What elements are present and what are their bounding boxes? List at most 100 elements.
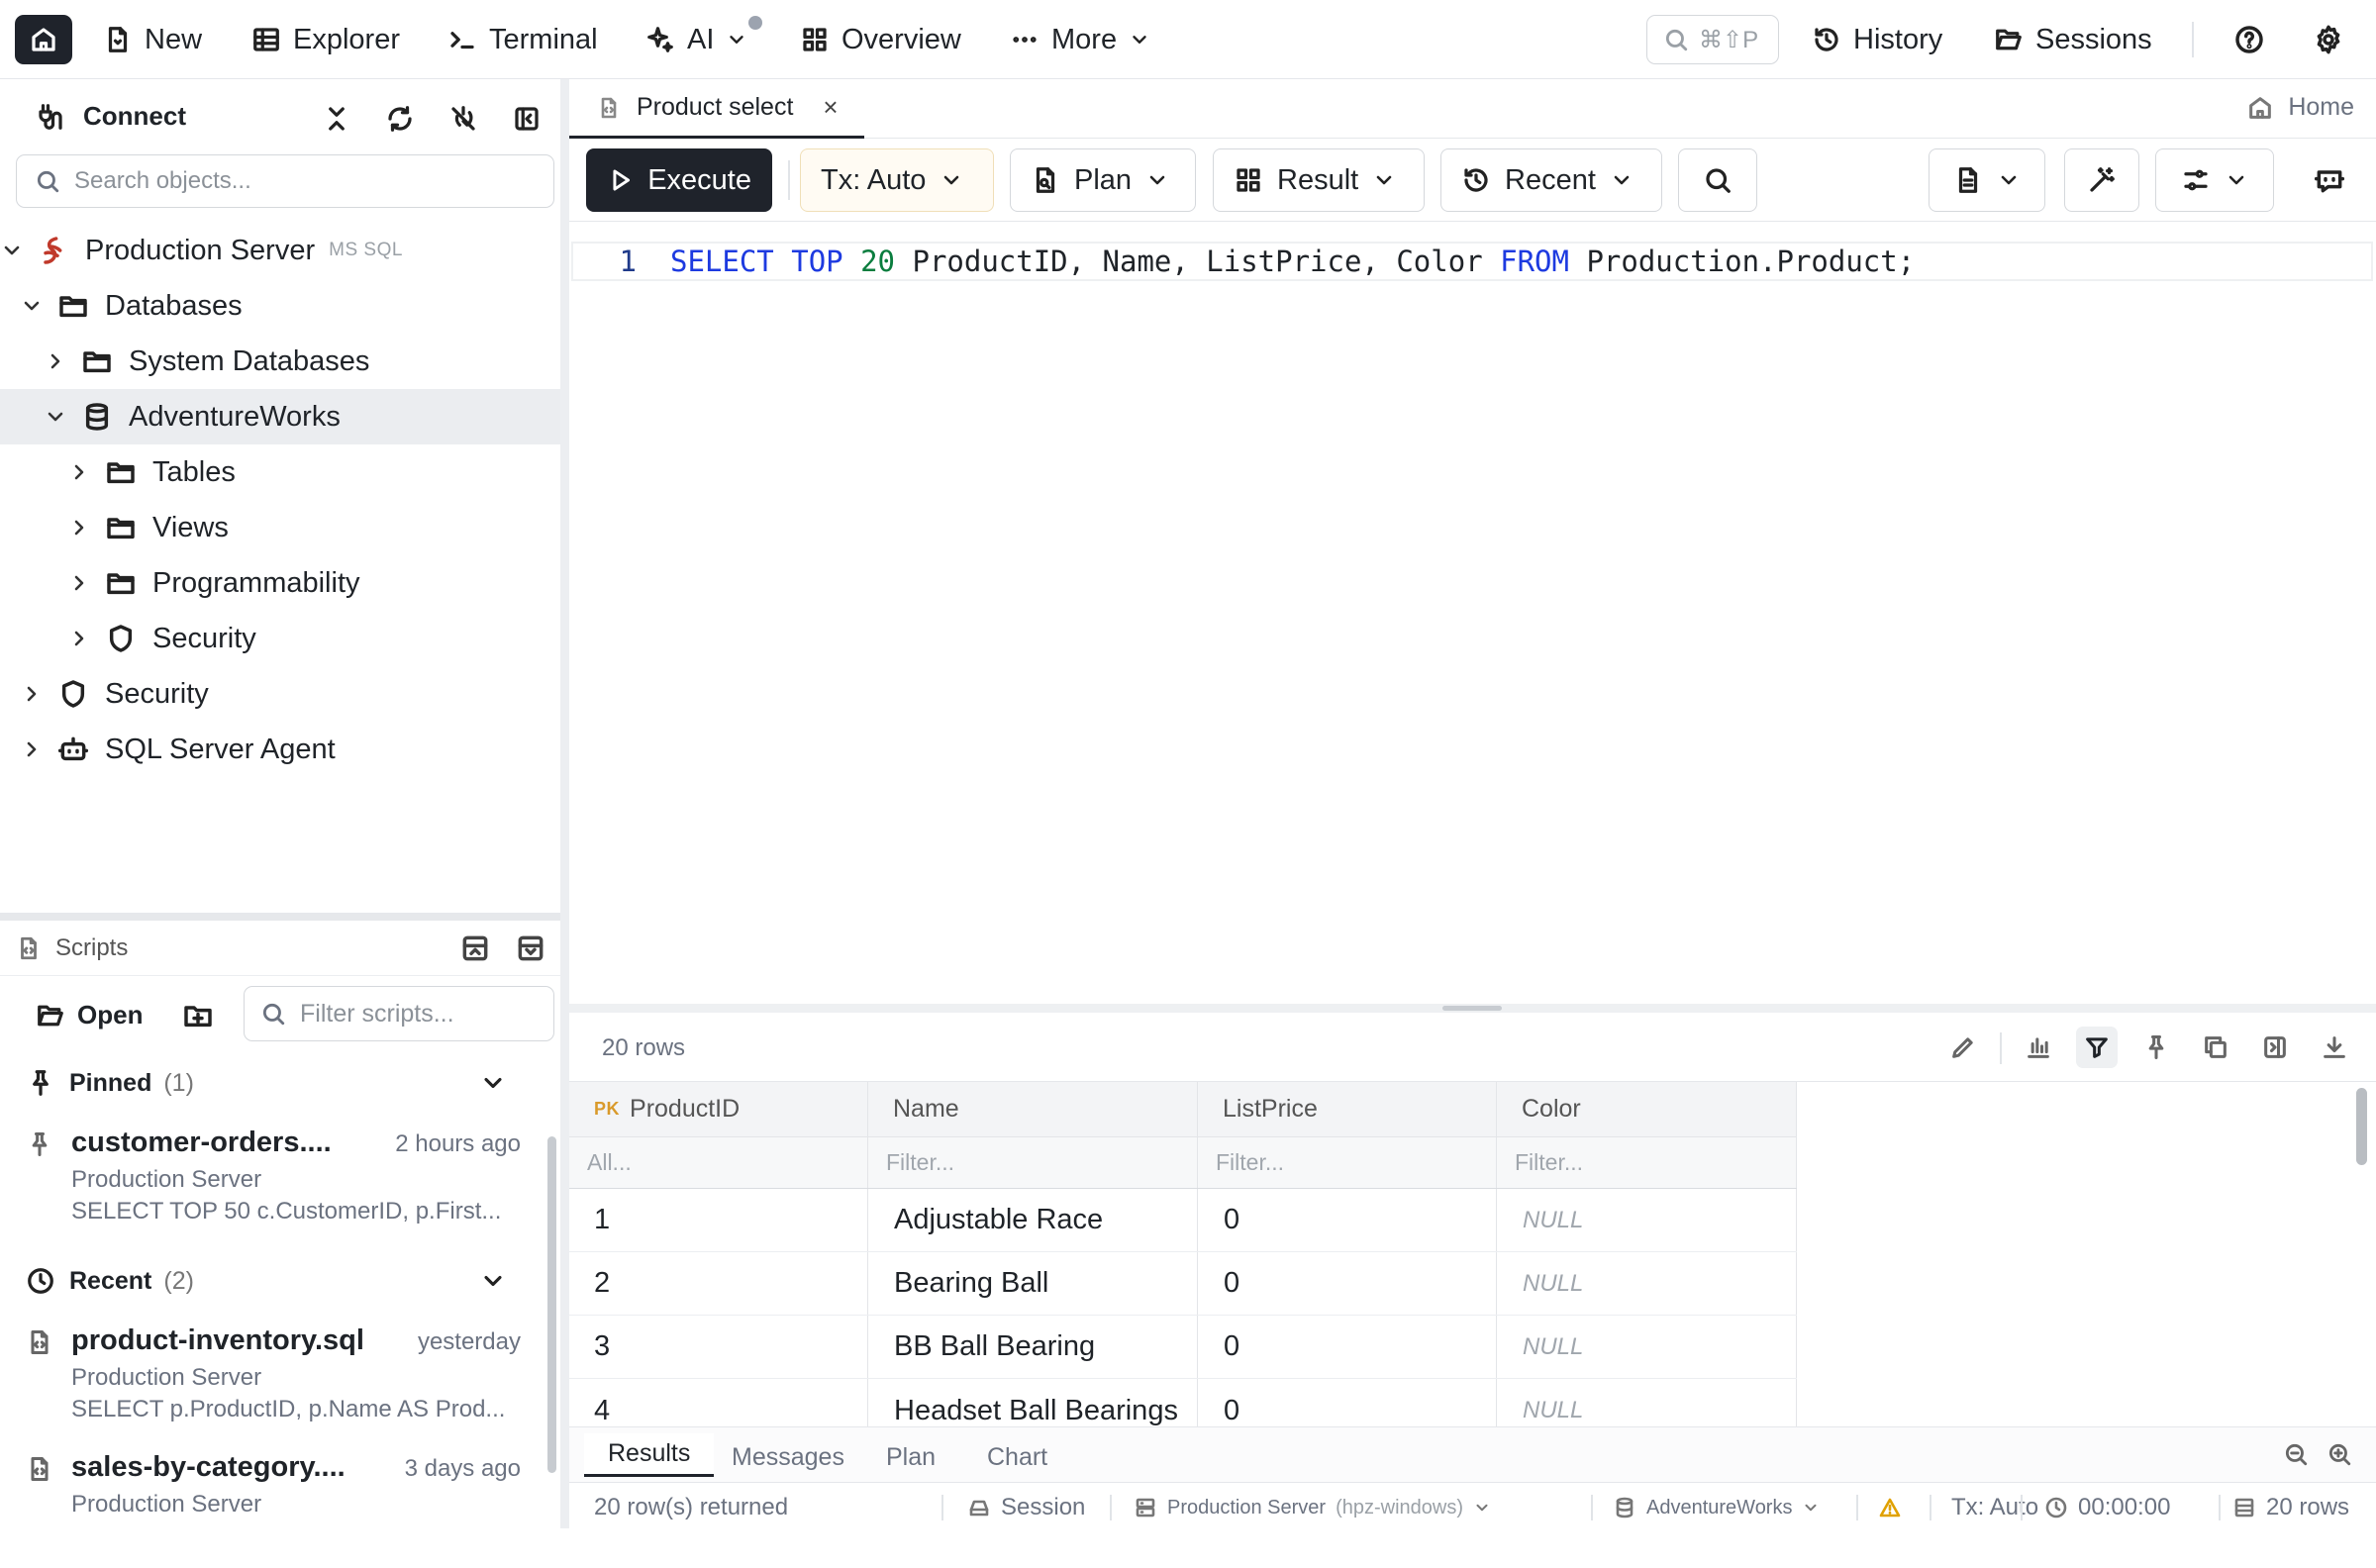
cell[interactable]: 0 (1198, 1379, 1497, 1426)
database-selector[interactable]: AdventureWorks (1613, 1493, 1820, 1522)
disconnect-button[interactable] (444, 99, 483, 139)
tree-node-adventureworks[interactable]: AdventureWorks (0, 389, 560, 444)
sql-editor[interactable]: 1 SELECT TOP 20 ProductID, Name, ListPri… (569, 242, 2376, 1004)
column-header-name[interactable]: Name (868, 1082, 1198, 1136)
pin-button[interactable] (2135, 1027, 2177, 1068)
pinned-section-header[interactable]: Pinned (1) (26, 1061, 521, 1105)
scrollbar-thumb[interactable] (2356, 1088, 2367, 1165)
settings-dropdown[interactable] (2155, 148, 2274, 212)
history-button[interactable]: History (1812, 16, 1942, 63)
explorer-button[interactable]: Explorer (251, 16, 400, 63)
results-scrollbar[interactable] (2353, 1084, 2369, 1292)
connect-button[interactable]: Connect (36, 101, 186, 132)
cell[interactable]: 2 (569, 1252, 868, 1315)
server-selector[interactable]: Production Server (hpz-windows) (1134, 1493, 1491, 1522)
transaction-mode-dropdown[interactable]: Tx: Auto (800, 148, 994, 212)
cell-null[interactable]: NULL (1497, 1379, 1797, 1426)
table-row[interactable]: 2 Bearing Ball 0 NULL (569, 1252, 1797, 1316)
tab-chart[interactable]: Chart (963, 1435, 1071, 1479)
command-palette-button[interactable]: ⌘⇧P (1646, 15, 1779, 64)
tree-node-views[interactable]: Views (0, 500, 560, 555)
new-script-button[interactable] (182, 1000, 214, 1031)
filter-input-productid[interactable]: All... (569, 1137, 868, 1188)
search-objects-input[interactable]: Search objects... (16, 154, 554, 208)
cell[interactable]: 4 (569, 1379, 868, 1426)
sessions-button[interactable]: Sessions (1994, 16, 2152, 63)
tree-node-server[interactable]: Production Server MS SQL (0, 223, 560, 278)
script-item[interactable]: product-inventory.sql yesterday Producti… (26, 1324, 521, 1441)
filter-input-listprice[interactable]: Filter... (1198, 1137, 1497, 1188)
sidebar-splitter[interactable] (0, 913, 560, 921)
assistant-button[interactable] (2308, 158, 2351, 202)
tab-results[interactable]: Results (584, 1433, 715, 1477)
zoom-in-button[interactable] (2326, 1441, 2356, 1471)
column-header-listprice[interactable]: ListPrice (1198, 1082, 1497, 1136)
sidebar-resize-handle[interactable] (560, 79, 569, 1528)
tree-node-system-databases[interactable]: System Databases (0, 334, 560, 389)
session-indicator[interactable]: Session (967, 1493, 1085, 1522)
execute-button[interactable]: Execute (586, 148, 772, 212)
tab-product-select[interactable]: Product select × (569, 79, 864, 139)
filter-scripts-input[interactable]: Filter scripts... (244, 986, 554, 1041)
cell[interactable]: Adjustable Race (868, 1189, 1198, 1251)
edit-button[interactable] (1942, 1027, 1984, 1068)
home-button[interactable] (15, 15, 72, 64)
warning-indicator[interactable] (1878, 1493, 1902, 1522)
tree-node-db-security[interactable]: Security (0, 611, 560, 666)
copy-button[interactable] (2195, 1027, 2236, 1068)
panel-button[interactable] (2254, 1027, 2296, 1068)
toggle-sidebar-button[interactable] (507, 99, 546, 139)
cell[interactable]: Bearing Ball (868, 1252, 1198, 1315)
cell-null[interactable]: NULL (1497, 1189, 1797, 1251)
scripts-scrollbar[interactable] (547, 1136, 556, 1473)
column-header-color[interactable]: Color (1497, 1082, 1797, 1136)
table-row[interactable]: 3 BB Ball Bearing 0 NULL (569, 1316, 1797, 1379)
cell[interactable]: 0 (1198, 1189, 1497, 1251)
script-item[interactable]: sales-by-category.... 3 days ago Product… (26, 1451, 521, 1568)
open-script-button[interactable]: Open (36, 1000, 143, 1030)
editor-results-splitter[interactable] (569, 1004, 2376, 1013)
collapse-all-button[interactable] (317, 99, 356, 139)
cell[interactable]: 1 (569, 1189, 868, 1251)
cell[interactable]: Headset Ball Bearings (868, 1379, 1198, 1426)
home-link[interactable]: Home (2246, 93, 2354, 122)
table-row[interactable]: 4 Headset Ball Bearings 0 NULL (569, 1379, 1797, 1426)
filter-button[interactable] (2076, 1027, 2118, 1068)
tree-node-tables[interactable]: Tables (0, 444, 560, 500)
result-dropdown[interactable]: Result (1213, 148, 1425, 212)
tab-plan[interactable]: Plan (862, 1435, 959, 1479)
chart-button[interactable] (2018, 1027, 2059, 1068)
cell[interactable]: 0 (1198, 1252, 1497, 1315)
find-button[interactable] (1678, 148, 1757, 212)
ai-button[interactable]: AI (645, 16, 747, 63)
magic-button[interactable] (2064, 148, 2139, 212)
more-button[interactable]: More (1010, 16, 1150, 63)
refresh-button[interactable] (380, 99, 420, 139)
cell[interactable]: 3 (569, 1316, 868, 1378)
script-item[interactable]: customer-orders.... 2 hours ago Producti… (26, 1127, 521, 1243)
recent-dropdown[interactable]: Recent (1440, 148, 1662, 212)
filter-input-name[interactable]: Filter... (868, 1137, 1198, 1188)
terminal-button[interactable]: Terminal (447, 16, 598, 63)
new-button[interactable]: New (103, 16, 202, 63)
collapse-scripts-button[interactable] (515, 932, 548, 966)
tx-mode-indicator[interactable]: Tx: Auto (1902, 1493, 2038, 1522)
table-row[interactable]: 1 Adjustable Race 0 NULL (569, 1189, 1797, 1252)
code-line[interactable]: 1 SELECT TOP 20 ProductID, Name, ListPri… (571, 242, 2373, 281)
column-header-productid[interactable]: PK ProductID (569, 1082, 868, 1136)
format-dropdown[interactable] (1929, 148, 2045, 212)
cell[interactable]: BB Ball Bearing (868, 1316, 1198, 1378)
tree-node-databases[interactable]: Databases (0, 278, 560, 334)
settings-button[interactable] (2307, 18, 2350, 61)
tab-messages[interactable]: Messages (708, 1435, 868, 1479)
cell[interactable]: 0 (1198, 1316, 1497, 1378)
export-button[interactable] (2314, 1027, 2355, 1068)
zoom-out-button[interactable] (2283, 1441, 2313, 1471)
close-icon[interactable]: × (823, 92, 838, 123)
tree-node-sql-agent[interactable]: SQL Server Agent (0, 722, 560, 777)
help-button[interactable] (2228, 18, 2271, 61)
expand-scripts-button[interactable] (459, 932, 493, 966)
recent-section-header[interactable]: Recent (2) (26, 1259, 521, 1303)
plan-dropdown[interactable]: Plan (1010, 148, 1196, 212)
cell-null[interactable]: NULL (1497, 1316, 1797, 1378)
